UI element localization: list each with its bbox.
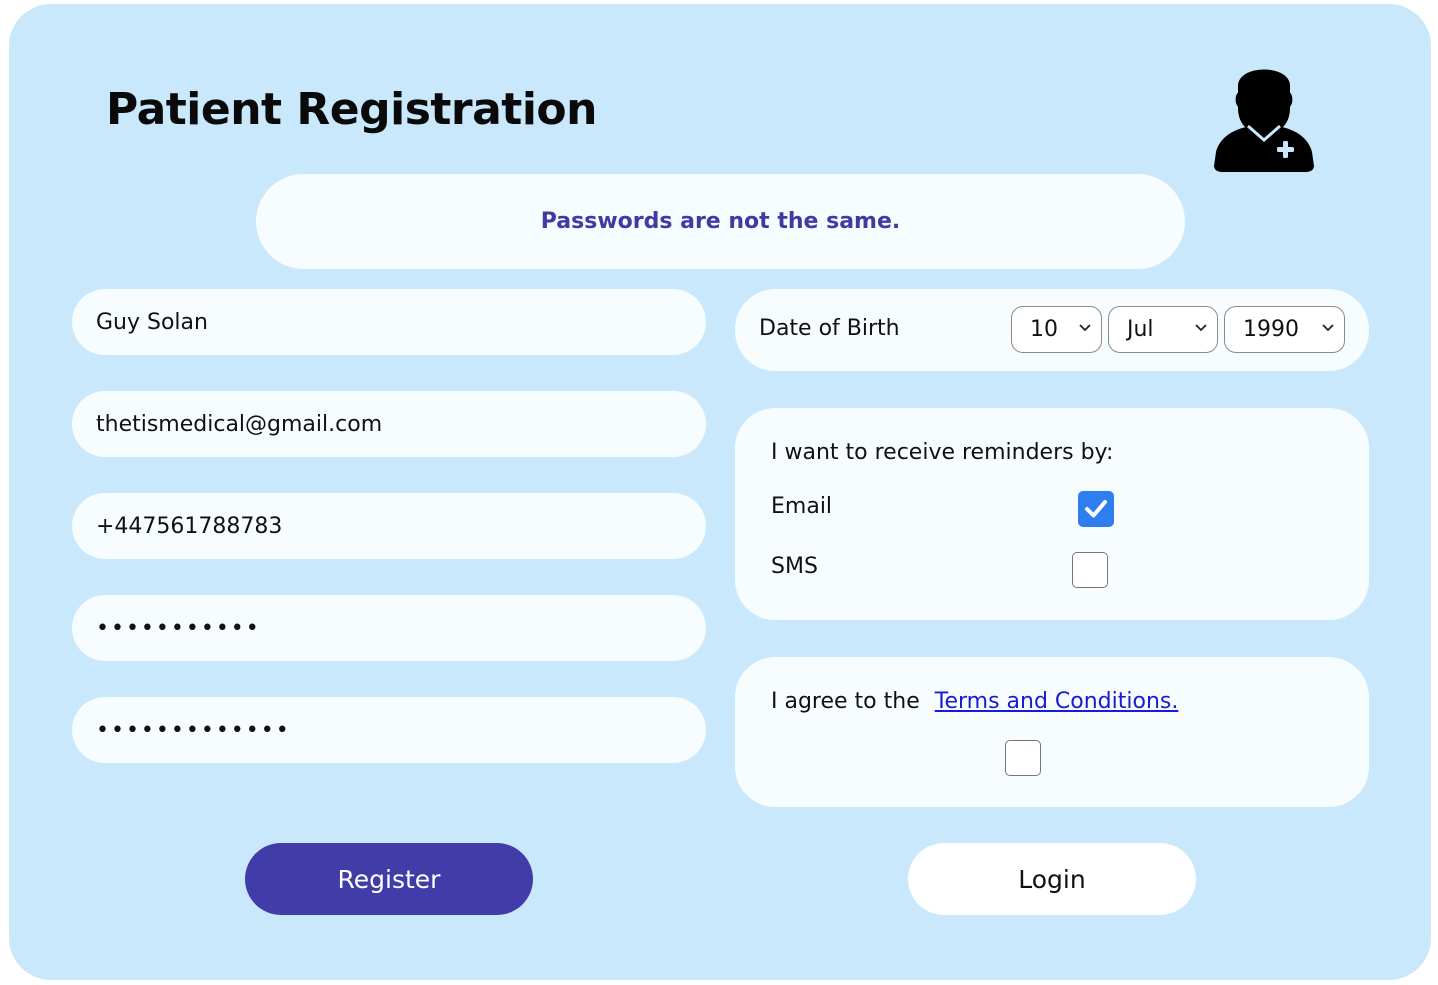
page-title: Patient Registration: [106, 84, 597, 135]
dob-day-value: 10: [1030, 317, 1058, 342]
password-input[interactable]: [72, 595, 706, 661]
reminder-email-checkbox[interactable]: [1078, 491, 1114, 527]
reminders-panel: I want to receive reminders by: Email SM…: [735, 408, 1369, 620]
error-message: Passwords are not the same.: [540, 209, 901, 234]
reminder-sms-label: SMS: [771, 554, 818, 579]
error-alert: Passwords are not the same.: [256, 174, 1185, 269]
doctor-avatar-icon: [1210, 56, 1318, 174]
login-button[interactable]: Login: [908, 843, 1196, 915]
chevron-down-icon: [1322, 324, 1334, 332]
reminder-sms-checkbox[interactable]: [1072, 552, 1108, 588]
dob-day-select[interactable]: 10: [1011, 306, 1102, 353]
dob-label: Date of Birth: [759, 316, 900, 341]
dob-month-select[interactable]: Jul: [1108, 306, 1218, 353]
reminder-email-label: Email: [771, 494, 833, 519]
chevron-down-icon: [1195, 324, 1207, 332]
dob-year-select[interactable]: 1990: [1224, 306, 1345, 353]
terms-link[interactable]: Terms and Conditions.: [935, 689, 1179, 714]
dob-month-value: Jul: [1127, 317, 1154, 342]
chevron-down-icon: [1079, 324, 1091, 332]
dob-year-value: 1990: [1243, 317, 1299, 342]
terms-panel: I agree to the Terms and Conditions.: [735, 657, 1369, 807]
date-of-birth-panel: Date of Birth 10 Jul 1990: [735, 289, 1369, 371]
checkmark-icon: [1085, 500, 1107, 518]
terms-checkbox[interactable]: [1005, 740, 1041, 776]
terms-text: I agree to the Terms and Conditions.: [771, 689, 1178, 714]
confirm-password-input[interactable]: [72, 697, 706, 763]
email-input[interactable]: [72, 391, 706, 457]
register-button[interactable]: Register: [245, 843, 533, 915]
full-name-input[interactable]: [72, 289, 706, 355]
terms-prefix: I agree to the: [771, 689, 920, 714]
phone-input[interactable]: [72, 493, 706, 559]
reminders-title: I want to receive reminders by:: [771, 440, 1114, 465]
